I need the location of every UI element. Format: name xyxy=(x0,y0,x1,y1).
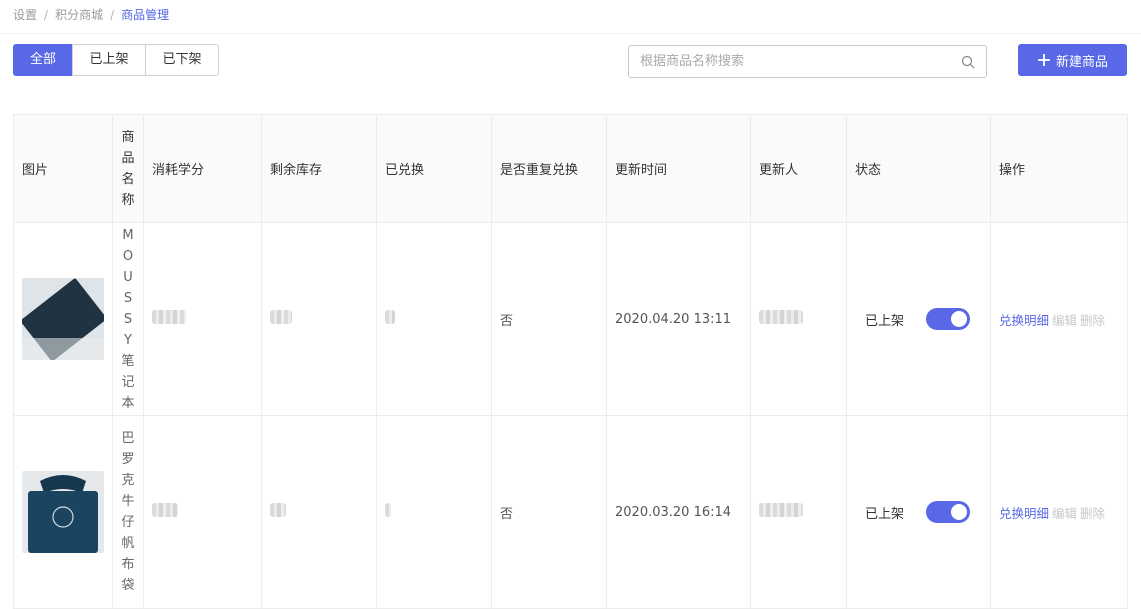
product-name-cell: MOUSSY笔记本 xyxy=(112,222,144,416)
updated-at-cell: 2020.03.20 16:14 xyxy=(606,415,751,609)
actions-cell: 兑换明细 编辑 删除 xyxy=(990,415,1128,609)
edit-link[interactable]: 编辑 xyxy=(1052,313,1077,328)
stock-value-redacted xyxy=(270,503,286,517)
tab-off-shelf[interactable]: 已下架 xyxy=(145,44,219,76)
breadcrumb-item-settings[interactable]: 设置 xyxy=(13,8,37,22)
new-product-button[interactable]: 新建商品 xyxy=(1018,44,1127,76)
product-name: 巴罗克牛仔帆布袋 xyxy=(121,431,135,593)
product-thumbnail-notebook[interactable] xyxy=(22,278,104,360)
search-box xyxy=(628,45,987,78)
product-name-cell: 巴罗克牛仔帆布袋 xyxy=(112,415,144,609)
toggle-knob xyxy=(951,311,968,327)
delete-link[interactable]: 删除 xyxy=(1080,506,1105,521)
column-header-image: 图片 xyxy=(13,114,113,223)
stock-cell xyxy=(261,222,377,416)
updated-by-value-redacted xyxy=(759,503,803,517)
status-cell: 已上架 xyxy=(846,222,991,416)
updated-by-value-redacted xyxy=(759,310,803,324)
repeatable-cell: 否 xyxy=(491,222,607,416)
column-header-points: 消耗学分 xyxy=(143,114,262,223)
column-header-updated-at: 更新时间 xyxy=(606,114,751,223)
table-row: 巴罗克牛仔帆布袋 否 2020.03.20 16:14 已上架 兑换明细 编辑 删除 xyxy=(13,415,1128,609)
edit-link[interactable]: 编辑 xyxy=(1052,506,1077,521)
updated-by-cell xyxy=(750,222,847,416)
redeemed-value-redacted xyxy=(385,310,395,324)
toggle-knob xyxy=(951,504,968,520)
column-header-stock: 剩余库存 xyxy=(261,114,377,223)
status-cell: 已上架 xyxy=(846,415,991,609)
breadcrumb-item-points-mall[interactable]: 积分商城 xyxy=(55,8,103,22)
breadcrumb-separator: / xyxy=(44,8,49,22)
redeemed-value-redacted xyxy=(385,503,391,517)
breadcrumb-separator: / xyxy=(110,8,115,22)
product-table: 图片 商品名称 消耗学分 剩余库存 已兑换 是否重复兑换 更新时间 更新人 状态… xyxy=(13,114,1128,609)
product-image-cell xyxy=(13,415,113,609)
delete-link[interactable]: 删除 xyxy=(1080,313,1105,328)
column-header-repeatable: 是否重复兑换 xyxy=(491,114,607,223)
stock-cell xyxy=(261,415,377,609)
product-thumbnail-tote-bag[interactable] xyxy=(22,471,104,553)
search-input[interactable] xyxy=(640,46,950,77)
actions-cell: 兑换明细 编辑 删除 xyxy=(990,222,1128,416)
column-header-status: 状态 xyxy=(846,114,991,223)
column-header-redeemed: 已兑换 xyxy=(376,114,492,223)
stock-value-redacted xyxy=(270,310,292,324)
status-toggle[interactable] xyxy=(926,308,971,330)
tab-all[interactable]: 全部 xyxy=(13,44,73,76)
product-image-cell xyxy=(13,222,113,416)
table-header-row: 图片 商品名称 消耗学分 剩余库存 已兑换 是否重复兑换 更新时间 更新人 状态… xyxy=(13,114,1128,223)
plus-icon xyxy=(1037,54,1050,66)
points-cell xyxy=(143,222,262,416)
status-label: 已上架 xyxy=(865,506,905,522)
redemption-detail-link[interactable]: 兑换明细 xyxy=(999,506,1049,521)
redeemed-cell xyxy=(376,222,492,416)
updated-at-cell: 2020.04.20 13:11 xyxy=(606,222,751,416)
header-divider xyxy=(0,33,1141,34)
column-header-updated-by: 更新人 xyxy=(750,114,847,223)
status-filter-tabs: 全部 已上架 已下架 xyxy=(13,44,219,76)
updated-by-cell xyxy=(750,415,847,609)
column-header-actions: 操作 xyxy=(990,114,1128,223)
column-header-name-text: 商品名称 xyxy=(121,129,135,208)
search-icon[interactable] xyxy=(961,55,975,69)
column-header-name: 商品名称 xyxy=(112,114,144,223)
table-row: MOUSSY笔记本 否 2020.04.20 13:11 已上架 兑换明细 编辑删… xyxy=(13,222,1128,416)
tab-on-shelf[interactable]: 已上架 xyxy=(72,44,146,76)
breadcrumb: 设置 / 积分商城 / 商品管理 xyxy=(13,6,169,23)
points-value-redacted xyxy=(152,503,178,517)
repeatable-cell: 否 xyxy=(491,415,607,609)
redeemed-cell xyxy=(376,415,492,609)
status-label: 已上架 xyxy=(865,313,905,329)
points-cell xyxy=(143,415,262,609)
breadcrumb-current: 商品管理 xyxy=(121,8,170,22)
status-toggle[interactable] xyxy=(926,501,971,523)
product-name: MOUSSY笔记本 xyxy=(121,227,135,411)
new-product-label: 新建商品 xyxy=(1055,54,1108,70)
points-value-redacted xyxy=(152,310,186,324)
redemption-detail-link[interactable]: 兑换明细 xyxy=(999,313,1049,328)
